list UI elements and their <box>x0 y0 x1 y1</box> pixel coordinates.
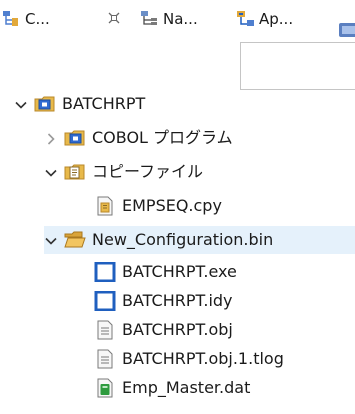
tree-item-label: BATCHRPT.idy <box>122 291 233 310</box>
cobol-project-icon <box>34 94 56 114</box>
tree-item-config-folder[interactable]: New_Configuration.bin <box>44 226 355 254</box>
tree-item-label: BATCHRPT.exe <box>122 262 237 281</box>
chevron-down-icon[interactable] <box>44 165 58 179</box>
copybook-folder-icon <box>64 162 86 182</box>
chevron-down-icon[interactable] <box>44 233 58 247</box>
tree-item-file[interactable]: EMPSEQ.cpy <box>94 192 222 220</box>
data-file-icon <box>94 378 116 398</box>
tree-item-file[interactable]: Emp_Master.dat <box>94 374 250 402</box>
tree-item-label: BATCHRPT.obj <box>122 320 233 339</box>
tree-item-label: Emp_Master.dat <box>122 378 251 397</box>
tree-item-project[interactable]: BATCHRPT <box>14 90 145 118</box>
chevron-right-icon[interactable] <box>44 131 58 145</box>
copybook-file-icon <box>94 196 116 216</box>
executable-icon <box>94 290 116 312</box>
tree-item-label: COBOL プログラム <box>92 128 233 147</box>
tree-item-file[interactable]: BATCHRPT.idy <box>94 287 233 315</box>
chevron-down-icon[interactable] <box>14 97 28 111</box>
text-file-icon <box>94 320 116 340</box>
tree-item-copybooks[interactable]: コピーファイル <box>44 158 203 186</box>
executable-icon <box>94 261 116 283</box>
tree-item-file[interactable]: BATCHRPT.obj.1.tlog <box>94 345 284 373</box>
tree-item-cobol-programs[interactable]: COBOL プログラム <box>44 124 233 152</box>
tree-item-label: BATCHRPT <box>62 94 146 113</box>
tree-item-label: New_Configuration.bin <box>92 230 274 249</box>
project-tree: BATCHRPT COBOL プログラム コピーファイル EMPSEQ.cpy … <box>0 0 355 414</box>
tree-item-label: コピーファイル <box>92 162 204 181</box>
open-folder-icon <box>64 230 86 250</box>
cobol-folder-icon <box>64 128 86 148</box>
text-file-icon <box>94 349 116 369</box>
tree-item-file[interactable]: BATCHRPT.exe <box>94 258 237 286</box>
tree-item-file[interactable]: BATCHRPT.obj <box>94 316 233 344</box>
tree-item-label: BATCHRPT.obj.1.tlog <box>122 349 284 368</box>
tree-item-label: EMPSEQ.cpy <box>122 196 222 215</box>
